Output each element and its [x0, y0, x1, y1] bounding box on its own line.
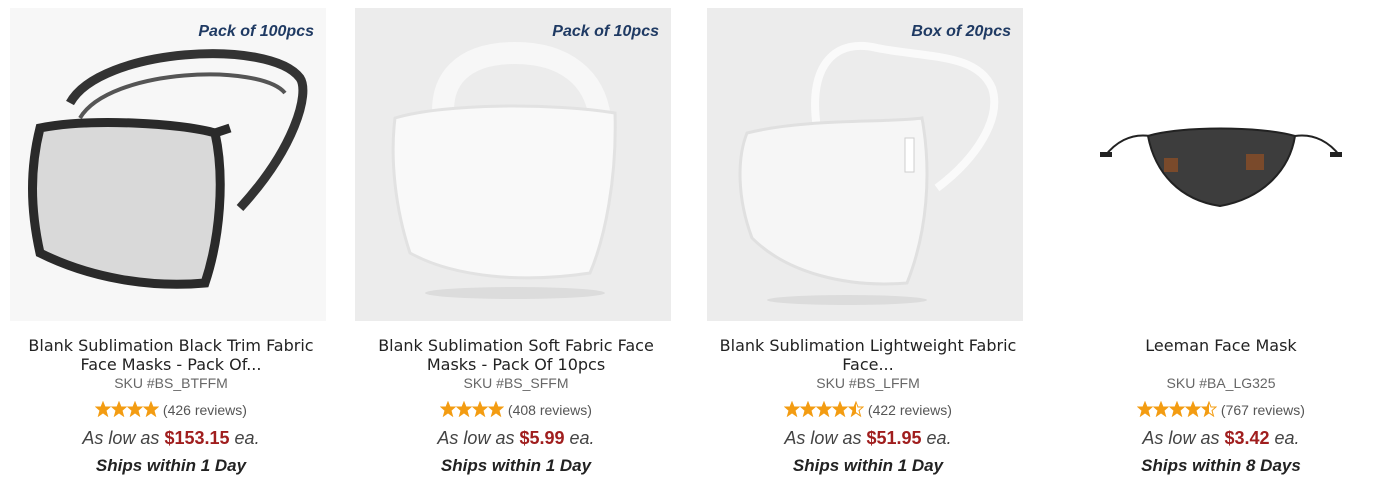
star-icon [1152, 400, 1170, 418]
star-icon [455, 400, 473, 418]
review-count[interactable]: (408 reviews) [508, 402, 592, 418]
star-icon [110, 400, 128, 418]
star-icon [831, 400, 849, 418]
star-icon [142, 400, 160, 418]
price-prefix: As low as [784, 428, 862, 448]
price-amount: $153.15 [164, 428, 230, 448]
review-count[interactable]: (426 reviews) [163, 402, 247, 418]
price-amount: $3.42 [1224, 428, 1270, 448]
star-icon [126, 400, 144, 418]
price-line: As low as $5.99 ea. [355, 428, 677, 449]
star-icon [94, 400, 112, 418]
star-icon [847, 400, 865, 418]
price-prefix: As low as [82, 428, 160, 448]
star-icon [439, 400, 457, 418]
price-prefix: As low as [1142, 428, 1220, 448]
star-icon [487, 400, 505, 418]
rating: (408 reviews) [355, 400, 677, 420]
product-card[interactable]: Box of 20pcs Blank Sublimation Lightweig… [707, 0, 1029, 483]
product-card[interactable]: Pack of 100pcs Blank Sublimation Black T… [10, 0, 332, 483]
star-rating-icon [94, 400, 160, 420]
product-card[interactable]: Pack of 10pcs Blank Sublimation Soft Fab… [355, 0, 677, 483]
star-icon [1136, 400, 1154, 418]
price-suffix: ea. [234, 428, 260, 448]
pack-badge: Box of 20pcs [911, 23, 1011, 40]
price-suffix: ea. [926, 428, 952, 448]
product-image[interactable] [707, 8, 1023, 321]
pack-badge: Pack of 10pcs [552, 23, 659, 40]
shipping-info: Ships within 1 Day [792, 456, 944, 475]
star-icon [799, 400, 817, 418]
price-amount: $51.95 [866, 428, 922, 448]
star-icon [815, 400, 833, 418]
review-count[interactable]: (422 reviews) [868, 402, 952, 418]
product-grid: Pack of 100pcs Blank Sublimation Black T… [0, 0, 1376, 483]
rating: (767 reviews) [1060, 400, 1376, 420]
product-sku: SKU #BS_LFFM [816, 375, 920, 391]
review-count[interactable]: (767 reviews) [1221, 402, 1305, 418]
star-icon [1184, 400, 1202, 418]
star-icon [1200, 400, 1218, 418]
price-prefix: As low as [437, 428, 515, 448]
star-icon [471, 400, 489, 418]
product-image[interactable] [355, 8, 671, 321]
product-image[interactable] [10, 8, 326, 321]
price-line: As low as $51.95 ea. [707, 428, 1029, 449]
product-sku: SKU #BS_BTFFM [114, 375, 228, 391]
star-rating-icon [439, 400, 505, 420]
product-title[interactable]: Blank Sublimation Black Trim Fabric Face… [10, 336, 332, 374]
price-line: As low as $153.15 ea. [10, 428, 332, 449]
star-rating-icon [1136, 400, 1218, 420]
product-image[interactable] [1060, 8, 1376, 321]
product-sku: SKU #BA_LG325 [1166, 375, 1276, 391]
rating: (422 reviews) [707, 400, 1029, 420]
shipping-info: Ships within 1 Day [440, 456, 592, 475]
price-amount: $5.99 [519, 428, 565, 448]
rating: (426 reviews) [10, 400, 332, 420]
price-line: As low as $3.42 ea. [1060, 428, 1376, 449]
shipping-info: Ships within 1 Day [95, 456, 247, 475]
product-card[interactable]: Leeman Face Mask SKU #BA_LG325 (767 revi… [1060, 0, 1376, 483]
star-icon [783, 400, 801, 418]
star-icon [1168, 400, 1186, 418]
product-title[interactable]: Blank Sublimation Soft Fabric Face Masks… [355, 336, 677, 374]
product-title[interactable]: Leeman Face Mask [1060, 336, 1376, 355]
pack-badge: Pack of 100pcs [198, 23, 314, 40]
shipping-info: Ships within 8 Days [1141, 456, 1301, 475]
product-sku: SKU #BS_SFFM [463, 375, 569, 391]
product-title[interactable]: Blank Sublimation Lightweight Fabric Fac… [707, 336, 1029, 374]
price-suffix: ea. [569, 428, 595, 448]
star-rating-icon [783, 400, 865, 420]
price-suffix: ea. [1274, 428, 1300, 448]
